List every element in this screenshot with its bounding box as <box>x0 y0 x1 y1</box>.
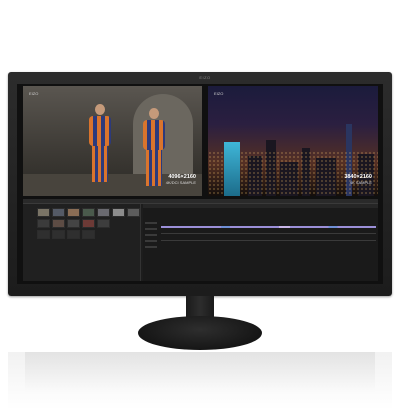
clip-thumbnail <box>97 219 110 228</box>
lit-tower <box>224 142 240 196</box>
clip-thumbnail <box>97 208 110 217</box>
monitor-base <box>138 316 262 350</box>
preview-logo: EIZO <box>214 91 224 96</box>
preview-logo: EIZO <box>29 91 39 96</box>
guard-figure <box>141 108 167 188</box>
clip-thumbnail <box>52 208 65 217</box>
timeline-ruler <box>143 204 378 208</box>
sample-label: 4K/DCI SAMPLE <box>165 180 196 185</box>
clip-thumbnail <box>37 230 50 239</box>
media-bin <box>23 204 141 281</box>
preview-left: EIZO 4096×2160 4K/DCI SAMPLE <box>23 86 202 196</box>
preview-caption: 3840×2160 4K SAMPLE <box>344 174 372 186</box>
preview-caption: 4096×2160 4K/DCI SAMPLE <box>166 174 196 186</box>
timeline-panel <box>143 204 378 281</box>
clip-thumbnail <box>67 219 80 228</box>
preview-right: EIZO 3840×2160 4K SAMPLE <box>208 86 378 196</box>
clip-thumbnail <box>37 219 50 228</box>
clip-thumbnail <box>127 208 140 217</box>
editing-app <box>23 199 378 281</box>
clip-thumbnail <box>82 230 95 239</box>
clip-thumbnail <box>52 230 65 239</box>
timeline-track <box>161 233 376 234</box>
clip-thumbnail <box>112 208 125 217</box>
floor-reflection <box>8 352 392 410</box>
timeline-track <box>161 240 376 241</box>
guard-figure <box>87 104 113 184</box>
monitor: EIZO EIZO 4096×2160 4K/DCI SAMPLE EIZO 3… <box>8 72 392 296</box>
clip-thumbnail <box>67 230 80 239</box>
clip-thumbnail <box>37 208 50 217</box>
brand-logo: EIZO <box>199 75 211 80</box>
monitor-screen: EIZO 4096×2160 4K/DCI SAMPLE EIZO 3840×2… <box>17 84 383 284</box>
clip-thumbnail <box>82 208 95 217</box>
clip-thumbnail <box>82 219 95 228</box>
clip-thumbnail <box>67 208 80 217</box>
sample-label: 4K SAMPLE <box>349 180 372 185</box>
timeline-track <box>161 226 376 228</box>
clip-thumbnail <box>52 219 65 228</box>
